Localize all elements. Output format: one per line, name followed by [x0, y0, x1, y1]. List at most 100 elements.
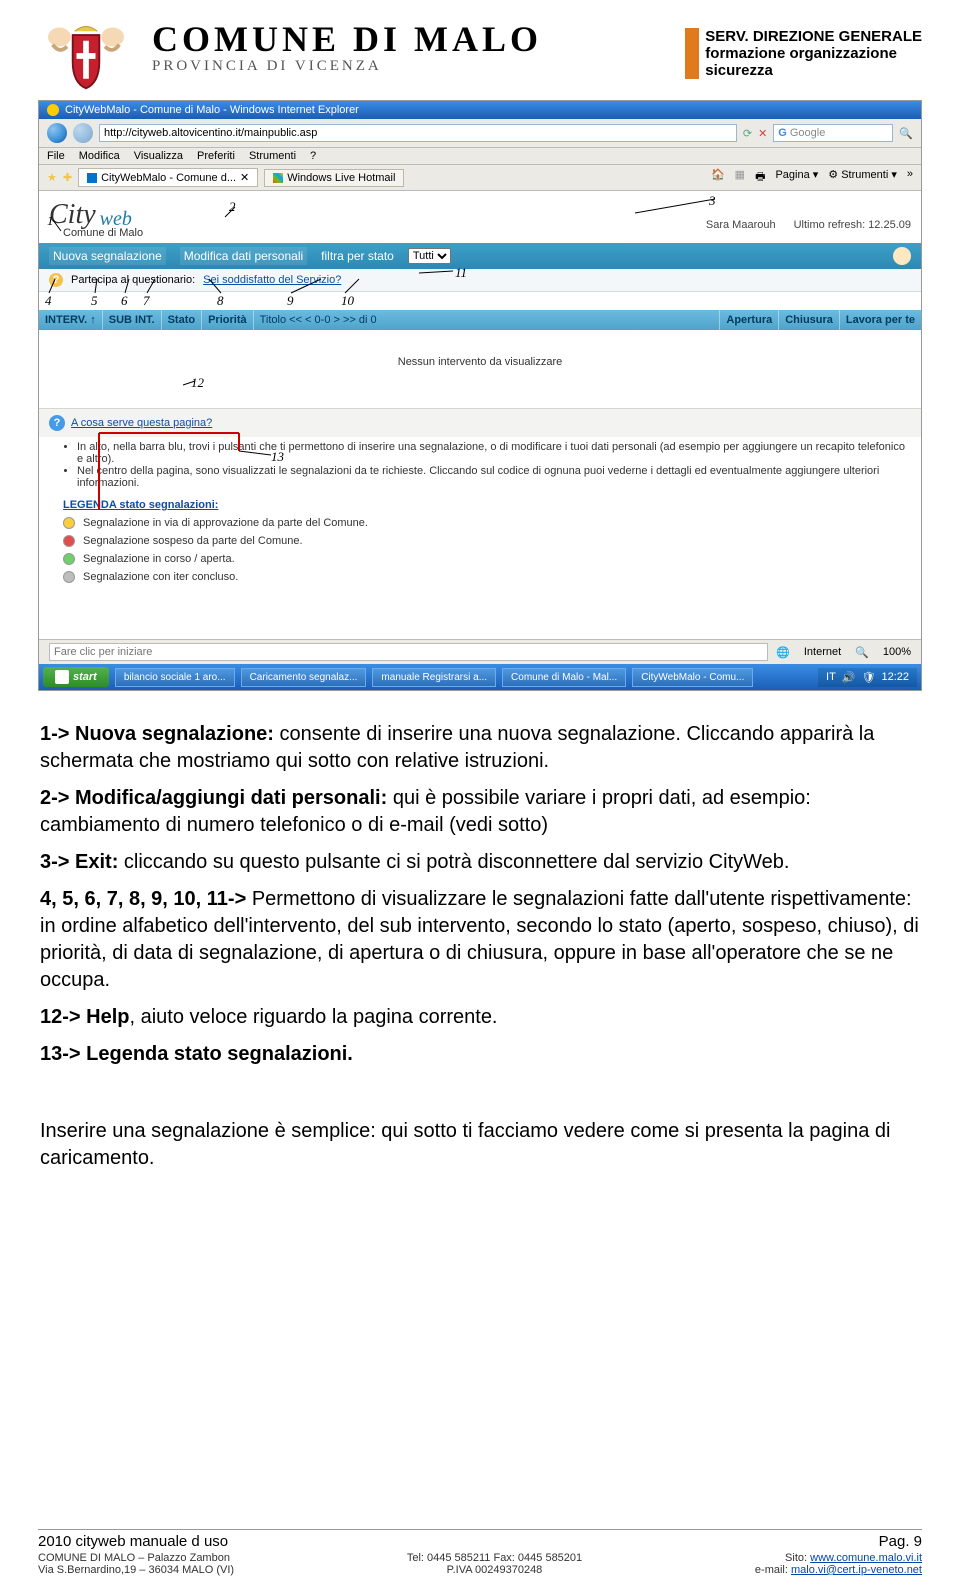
system-tray: IT 🔊 🛡 12:22	[818, 668, 917, 687]
help-bullet-1: In alto, nella barra blu, trovi i pulsan…	[77, 441, 911, 465]
tools-menu[interactable]: ⚙ Strumenti ▾	[828, 168, 897, 187]
legend-row-4: Segnalazione con iter concluso.	[63, 571, 911, 583]
window-title: CityWebMalo - Comune di Malo - Windows I…	[65, 104, 359, 116]
filter-select[interactable]: Tutti	[408, 248, 451, 264]
home-icon[interactable]: 🏠	[711, 168, 725, 187]
ie-address-bar: ⟳ ✕ G Google 🔍	[39, 119, 921, 148]
forward-button[interactable]	[73, 123, 93, 143]
menu-help[interactable]: ?	[310, 150, 316, 162]
url-input[interactable]	[99, 124, 737, 142]
dot-green-icon	[63, 553, 75, 565]
browser-tab-cityweb[interactable]: CityWebMalo - Comune d... ✕	[78, 168, 258, 187]
para-13: 13-> Legenda stato segnalazioni.	[40, 1041, 920, 1068]
title-block: COMUNE DI MALO PROVINCIA DI VICENZA	[152, 18, 667, 75]
taskbar-item-2[interactable]: Caricamento segnalaz...	[241, 668, 367, 687]
status-input[interactable]	[49, 643, 768, 661]
col-titolo[interactable]: Titolo << < 0-0 > >> di 0	[254, 310, 721, 330]
search-placeholder: Google	[790, 127, 825, 139]
favorites-star-icon[interactable]: ★	[47, 171, 57, 184]
browser-search-box[interactable]: G Google	[773, 124, 893, 142]
ie-menubar: File Modifica Visualizza Preferiti Strum…	[39, 148, 921, 165]
search-go-icon[interactable]: 🔍	[899, 127, 913, 140]
col-priorita[interactable]: Priorità	[202, 310, 254, 330]
help-link[interactable]: A cosa serve questa pagina?	[71, 417, 212, 429]
taskbar-item-1[interactable]: bilancio sociale 1 aro...	[115, 668, 235, 687]
table-header-row: INTERV. ↑ SUB INT. Stato Priorità Titolo…	[39, 310, 921, 330]
rss-icon[interactable]: ▦	[735, 168, 745, 187]
col-chiusura[interactable]: Chiusura	[779, 310, 840, 330]
ie-titlebar: CityWebMalo - Comune di Malo - Windows I…	[39, 101, 921, 119]
para-3-text: cliccando su questo pulsante ci si potrà…	[118, 851, 789, 873]
tab-label: CityWebMalo - Comune d...	[101, 172, 236, 184]
favorites-add-icon[interactable]: ✚	[63, 171, 72, 184]
browser-tab-hotmail[interactable]: Windows Live Hotmail	[264, 169, 404, 187]
more-icon[interactable]: »	[907, 168, 913, 187]
menu-tools[interactable]: Strumenti	[249, 150, 296, 162]
empty-state: Nessun intervento da visualizzare	[39, 330, 921, 408]
help-icon[interactable]: ?	[49, 415, 65, 431]
dot-yellow-icon	[63, 517, 75, 529]
department-block: SERV. DIREZIONE GENERALE formazione orga…	[685, 28, 922, 79]
tab-icon	[87, 173, 97, 183]
callout-12: 12	[191, 375, 204, 391]
user-name: Sara Maarouh	[706, 219, 776, 231]
internet-zone-icon: 🌐	[776, 646, 790, 659]
modifica-dati-button[interactable]: Modifica dati personali	[180, 247, 307, 265]
nuova-segnalazione-button[interactable]: Nuova segnalazione	[49, 247, 166, 265]
help-bar: ? A cosa serve questa pagina?	[39, 408, 921, 437]
col-lavora[interactable]: Lavora per te	[840, 310, 921, 330]
col-stato[interactable]: Stato	[162, 310, 203, 330]
footer-manual-title: 2010 cityweb manuale d uso	[38, 1533, 228, 1550]
zoom-icon[interactable]: 🔍	[855, 646, 869, 659]
windows-logo-icon	[55, 670, 69, 684]
stop-icon[interactable]: ✕	[758, 127, 767, 140]
footer-email-link[interactable]: malo.vi@cert.ip-veneto.net	[791, 1564, 922, 1576]
page-menu[interactable]: Pagina ▾	[775, 168, 818, 187]
legend-title: LEGENDA stato segnalazioni:	[63, 499, 911, 511]
last-refresh: Ultimo refresh: 12.25.09	[794, 219, 911, 231]
footer-piva: P.IVA 00249370248	[407, 1564, 582, 1576]
poll-question[interactable]: Sei soddisfatto del Servizio?	[203, 274, 341, 286]
tray-clock: 12:22	[881, 671, 909, 683]
print-icon[interactable]: 🖶	[755, 168, 765, 187]
menu-file[interactable]: File	[47, 150, 65, 162]
poll-bar: ? Partecipa al questionario: Sei soddisf…	[39, 269, 921, 292]
col-apertura[interactable]: Apertura	[720, 310, 779, 330]
back-button[interactable]	[47, 123, 67, 143]
document-body: 1-> Nuova segnalazione: consente di inse…	[38, 721, 922, 1172]
col-subint[interactable]: SUB INT.	[103, 310, 162, 330]
page-number: Pag. 9	[879, 1533, 922, 1550]
refresh-icon[interactable]: ⟳	[743, 127, 752, 140]
filter-label: filtra per stato	[321, 249, 394, 263]
menu-fav[interactable]: Preferiti	[197, 150, 235, 162]
footer-site-label: Sito:	[785, 1552, 810, 1564]
taskbar-item-3[interactable]: manuale Registrarsi a...	[372, 668, 496, 687]
footer-site-link[interactable]: www.comune.malo.vi.it	[810, 1552, 922, 1564]
col-interv[interactable]: INTERV. ↑	[39, 310, 103, 330]
exit-button[interactable]	[893, 247, 911, 265]
close-icon[interactable]: ✕	[240, 171, 249, 184]
para-13-bold: 13-> Legenda stato segnalazioni.	[40, 1043, 353, 1065]
callout-6: 6	[121, 293, 128, 309]
para-3-bold: 3-> Exit:	[40, 851, 118, 873]
footer-addr-1: COMUNE DI MALO – Palazzo Zambon	[38, 1552, 234, 1564]
dept-line2: formazione organizzazione	[705, 45, 922, 62]
callout-13: 13	[271, 449, 284, 465]
para-2-bold: 2-> Modifica/aggiungi dati personali:	[40, 787, 387, 809]
taskbar-item-4[interactable]: Comune di Malo - Mal...	[502, 668, 626, 687]
menu-edit[interactable]: Modifica	[79, 150, 120, 162]
google-icon: G	[778, 127, 787, 139]
para-12-text: , aiuto veloce riguardo la pagina corren…	[129, 1006, 497, 1028]
ie-statusbar: 🌐 Internet 🔍 100%	[39, 639, 921, 664]
start-button[interactable]: start	[43, 667, 109, 687]
subtitle: PROVINCIA DI VICENZA	[152, 58, 667, 75]
footer-tel: Tel: 0445 585211 Fax: 0445 585201	[407, 1552, 582, 1564]
para-3: 3-> Exit: cliccando su questo pulsante c…	[40, 849, 920, 876]
legend-row-2: Segnalazione sospeso da parte del Comune…	[63, 535, 911, 547]
tray-volume-icon[interactable]: 🔊	[842, 671, 856, 684]
screenshot-ie-window: 1 2 3 4 5 6 7 8 9 10 11 12 13	[38, 100, 922, 691]
menu-view[interactable]: Visualizza	[134, 150, 183, 162]
taskbar-item-5[interactable]: CityWebMalo - Comu...	[632, 668, 753, 687]
para-4: 4, 5, 6, 7, 8, 9, 10, 11-> Permettono di…	[40, 886, 920, 994]
tray-shield-icon[interactable]: 🛡	[862, 671, 876, 684]
